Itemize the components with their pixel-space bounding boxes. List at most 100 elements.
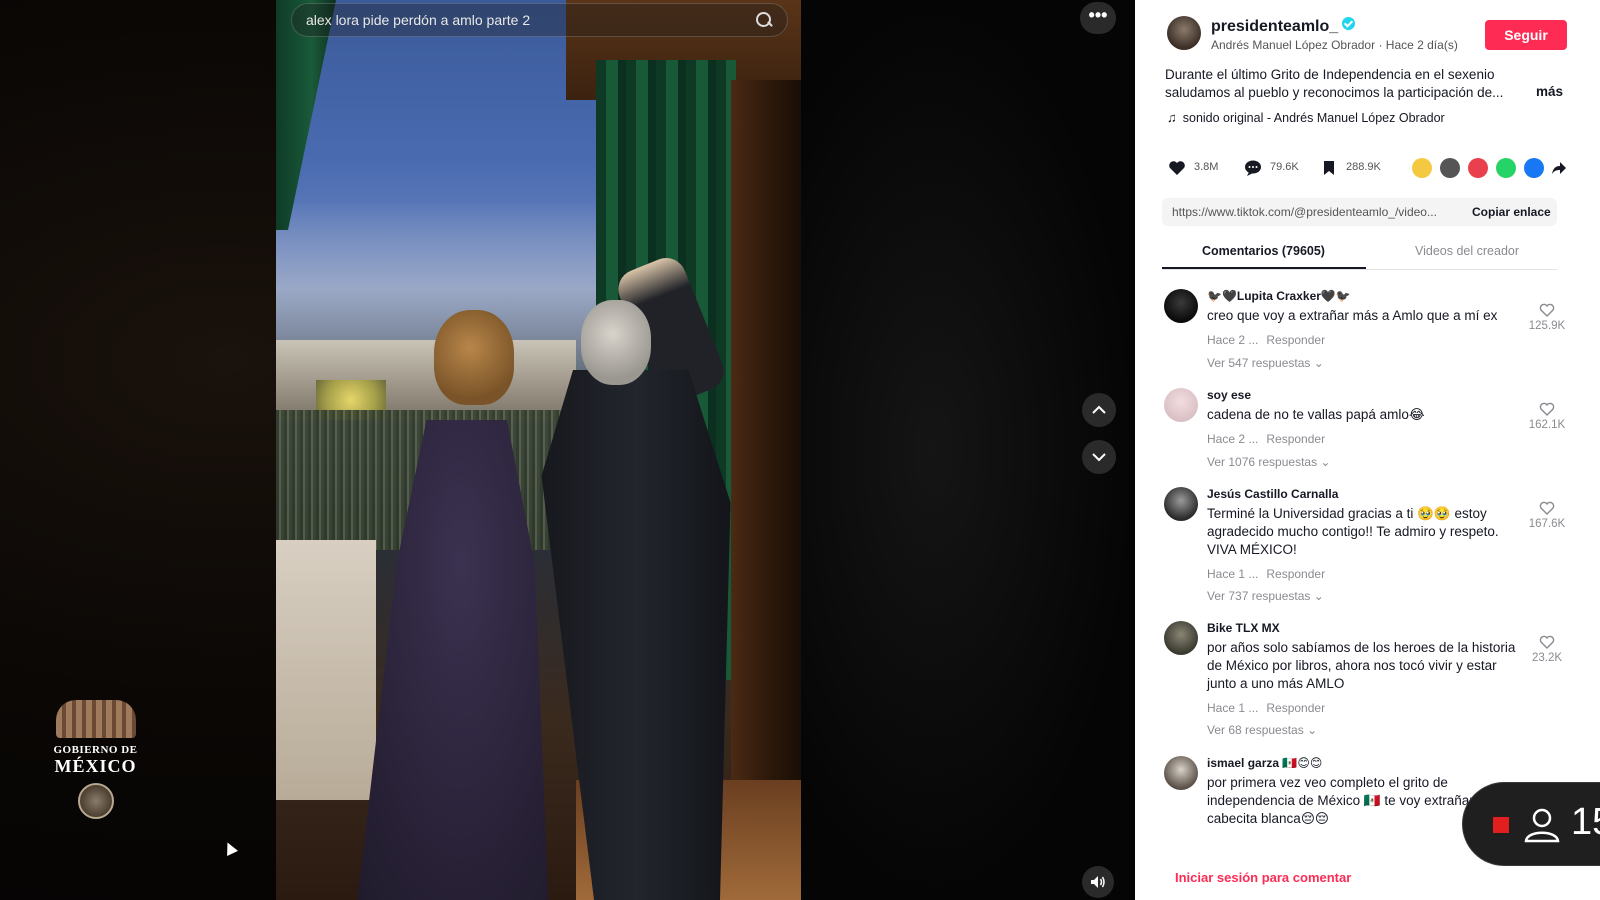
chevron-down-icon xyxy=(1092,453,1106,462)
tab-creator-videos[interactable]: Videos del creador xyxy=(1415,244,1519,258)
comment-item: 🐦‍⬛🖤Lupita Craxker🖤🐦‍⬛ creo que voy a ex… xyxy=(1162,289,1582,374)
comment-text: cadena de no te vallas papá amlo😂 xyxy=(1207,407,1425,422)
chevron-down-icon: ⌄ xyxy=(1313,589,1324,603)
next-video-button[interactable] xyxy=(1082,440,1116,474)
bookmark-icon xyxy=(1324,161,1334,175)
sound-link[interactable]: ♫ sonido original - Andrés Manuel López O… xyxy=(1167,110,1445,125)
embed-share-icon[interactable] xyxy=(1440,158,1460,178)
chevron-down-icon: ⌄ xyxy=(1307,723,1318,737)
comment-like-count: 125.9K xyxy=(1528,320,1566,332)
video-person-woman-hair xyxy=(434,310,514,405)
author-subline: Andrés Manuel López Obrador · Hace 2 día… xyxy=(1211,38,1458,52)
save-count: 288.9K xyxy=(1346,161,1381,173)
comment-count: 79.6K xyxy=(1270,161,1299,173)
comment-like-count: 162.1K xyxy=(1528,419,1566,431)
heart-outline-icon xyxy=(1539,635,1555,649)
heart-outline-icon xyxy=(1539,402,1555,416)
view-replies-label[interactable]: Ver 547 respuestas xyxy=(1207,356,1310,370)
whatsapp-share-icon[interactable] xyxy=(1496,158,1516,178)
view-replies-label[interactable]: Ver 737 respuestas xyxy=(1207,589,1310,603)
comment-text: Terminé la Universidad gracias a ti 🥹🥹 e… xyxy=(1207,506,1499,557)
facebook-share-icon[interactable] xyxy=(1524,158,1544,178)
tab-divider xyxy=(1162,269,1557,270)
video-door-frame xyxy=(731,80,801,900)
logo-line1: GOBIERNO DE xyxy=(53,744,138,756)
commenter-name[interactable]: ismael garza 🇲🇽😊😊 xyxy=(1207,756,1322,770)
comment-meta: Hace 2 ... Responder xyxy=(1207,333,1325,347)
heart-icon xyxy=(1169,161,1185,175)
login-to-comment-link[interactable]: Iniciar sesión para comentar xyxy=(1175,870,1351,885)
sound-name[interactable]: sonido original - Andrés Manuel López Ob… xyxy=(1183,111,1445,125)
commenter-name[interactable]: Jesús Castillo Carnalla xyxy=(1207,487,1338,501)
reply-button[interactable]: Responder xyxy=(1266,701,1325,715)
comment-like-button[interactable]: 23.2K xyxy=(1525,635,1569,664)
coin-share-icon[interactable] xyxy=(1412,158,1432,178)
more-options-button[interactable]: ••• xyxy=(1080,2,1116,34)
follow-button[interactable]: Seguir xyxy=(1485,20,1567,50)
comment-text: por años solo sabíamos de los heroes de … xyxy=(1207,640,1516,691)
comment-meta: Hace 1 ... Responder xyxy=(1207,701,1325,715)
comment-like-button[interactable]: 125.9K xyxy=(1525,303,1569,332)
reply-button[interactable]: Responder xyxy=(1266,333,1325,347)
commenter-name[interactable]: 🐦‍⬛🖤Lupita Craxker🖤🐦‍⬛ xyxy=(1207,289,1351,303)
view-replies-button[interactable]: Ver 737 respuestas ⌄ xyxy=(1207,589,1324,603)
chevron-down-icon: ⌄ xyxy=(1320,455,1331,469)
comment-item: Bike TLX MX por años solo sabíamos de lo… xyxy=(1162,621,1582,741)
heart-outline-icon xyxy=(1539,501,1555,515)
share-arrow-icon[interactable] xyxy=(1551,160,1567,176)
copy-link-button[interactable]: Copiar enlace xyxy=(1472,205,1551,219)
chevron-up-icon xyxy=(1092,405,1106,414)
send-share-icon[interactable] xyxy=(1468,158,1488,178)
comment-meta: Hace 1 ... Responder xyxy=(1207,567,1325,581)
previous-video-button[interactable] xyxy=(1082,393,1116,427)
commenter-name[interactable]: soy ese xyxy=(1207,388,1251,402)
engagement-bar: 3.8M 79.6K 288.9K xyxy=(1168,158,1568,180)
search-query[interactable]: alex lora pide perdón a amlo parte 2 xyxy=(306,12,755,28)
comment-item: soy ese cadena de no te vallas papá amlo… xyxy=(1162,388,1582,473)
comment-text: creo que voy a extrañar más a Amlo que a… xyxy=(1207,308,1498,323)
user-icon xyxy=(1524,808,1560,843)
share-link[interactable]: https://www.tiktok.com/@presidenteamlo_/… xyxy=(1172,205,1452,219)
description-more-link[interactable]: más xyxy=(1536,84,1563,99)
gobierno-logo: GOBIERNO DE MÉXICO xyxy=(48,700,143,819)
comment-time: Hace 1 ... xyxy=(1207,701,1259,715)
comment-like-button[interactable]: 162.1K xyxy=(1525,402,1569,431)
national-seal-icon xyxy=(77,783,114,819)
commenter-avatar[interactable] xyxy=(1164,756,1198,790)
video-person-man-head xyxy=(581,300,651,385)
view-replies-button[interactable]: Ver 68 respuestas ⌄ xyxy=(1207,723,1317,737)
live-viewers-widget[interactable]: 15 xyxy=(1462,782,1600,866)
commenter-avatar[interactable] xyxy=(1164,289,1198,323)
view-replies-button[interactable]: Ver 547 respuestas ⌄ xyxy=(1207,356,1324,370)
comment-item: Jesús Castillo Carnalla Terminé la Unive… xyxy=(1162,487,1582,607)
reply-button[interactable]: Responder xyxy=(1266,567,1325,581)
chevron-down-icon: ⌄ xyxy=(1313,356,1324,370)
search-bar[interactable]: alex lora pide perdón a amlo parte 2 xyxy=(291,3,788,37)
speaker-icon xyxy=(1091,876,1105,888)
comment-time: Hace 2 ... xyxy=(1207,432,1259,446)
volume-button[interactable] xyxy=(1082,866,1114,898)
video-balcony-wall xyxy=(276,540,376,800)
comment-like-button[interactable]: 167.6K xyxy=(1525,501,1569,530)
commenter-name[interactable]: Bike TLX MX xyxy=(1207,621,1280,635)
mouse-cursor-icon xyxy=(222,840,238,856)
view-replies-label[interactable]: Ver 1076 respuestas xyxy=(1207,455,1317,469)
author-avatar[interactable] xyxy=(1167,16,1201,50)
author-display-name: Andrés Manuel López Obrador xyxy=(1211,38,1376,52)
video-stage: alex lora pide perdón a amlo parte 2 GOB… xyxy=(0,0,1135,900)
comment-time: Hace 1 ... xyxy=(1207,567,1259,581)
logo-line2: MÉXICO xyxy=(54,756,137,776)
commenter-avatar[interactable] xyxy=(1164,621,1198,655)
search-icon[interactable] xyxy=(755,11,773,29)
video-player[interactable] xyxy=(276,0,801,900)
reply-button[interactable]: Responder xyxy=(1266,432,1325,446)
commenter-avatar[interactable] xyxy=(1164,388,1198,422)
heroes-emblem-icon xyxy=(55,700,136,738)
view-replies-label[interactable]: Ver 68 respuestas xyxy=(1207,723,1304,737)
view-replies-button[interactable]: Ver 1076 respuestas ⌄ xyxy=(1207,455,1330,469)
post-time: Hace 2 día(s) xyxy=(1385,38,1458,52)
author-username[interactable]: presidenteamlo_ xyxy=(1211,17,1356,36)
author-username-text[interactable]: presidenteamlo_ xyxy=(1211,18,1338,35)
commenter-avatar[interactable] xyxy=(1164,487,1198,521)
tab-comments[interactable]: Comentarios (79605) xyxy=(1202,244,1325,258)
